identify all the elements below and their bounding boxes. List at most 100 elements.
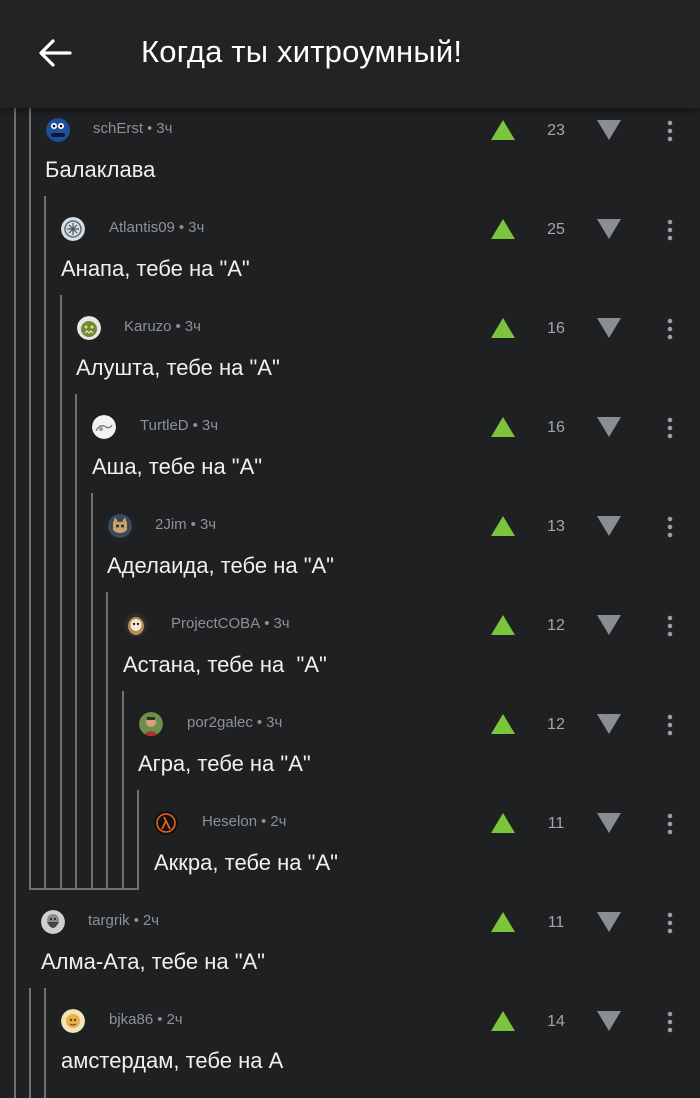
upvote-button[interactable] xyxy=(488,215,518,243)
downvote-button[interactable] xyxy=(594,710,624,738)
cat-avatar[interactable] xyxy=(108,514,132,538)
comment: Karuzo • 3ч 16 Алушта, тебе на "А" xyxy=(0,306,700,405)
comment-time: 2ч xyxy=(270,813,287,830)
comment-meta: 2Jim • 3ч xyxy=(155,516,217,533)
downvote-button[interactable] xyxy=(594,1007,624,1035)
downvote-arrow-icon xyxy=(597,813,621,833)
upvote-button[interactable] xyxy=(488,1007,518,1035)
upvote-button[interactable] xyxy=(488,908,518,936)
more-options-button[interactable] xyxy=(658,314,682,344)
downvote-arrow-icon xyxy=(597,714,621,734)
more-vertical-icon xyxy=(667,516,673,538)
more-options-button[interactable] xyxy=(658,809,682,839)
man-avatar[interactable] xyxy=(139,712,163,736)
sketch-avatar[interactable] xyxy=(92,415,116,439)
downvote-button[interactable] xyxy=(594,512,624,540)
comment-time: 3ч xyxy=(273,615,290,632)
lambda-avatar[interactable] xyxy=(154,811,178,835)
author-name[interactable]: Karuzo xyxy=(124,318,172,335)
downvote-button[interactable] xyxy=(594,413,624,441)
comment-text: Агра, тебе на "А" xyxy=(138,751,311,776)
upvote-arrow-icon xyxy=(491,813,515,833)
cookie-monster-avatar[interactable] xyxy=(46,118,70,142)
more-vertical-icon xyxy=(667,714,673,736)
more-vertical-icon xyxy=(667,219,673,241)
downvote-button[interactable] xyxy=(594,215,624,243)
upvote-button[interactable] xyxy=(488,611,518,639)
more-options-button[interactable] xyxy=(658,116,682,146)
comment-time: 3ч xyxy=(266,714,283,731)
comment-time: 3ч xyxy=(188,219,205,236)
orc-avatar[interactable] xyxy=(77,316,101,340)
comment: targrik • 2ч 11 Алма-Ата, тебе на "А" xyxy=(0,900,700,999)
emblem-avatar[interactable] xyxy=(61,217,85,241)
comment-score: 16 xyxy=(547,320,565,337)
upvote-button[interactable] xyxy=(488,710,518,738)
comment: por2galec • 3ч 12 Агра, тебе на "А" xyxy=(0,702,700,801)
upvote-arrow-icon xyxy=(491,120,515,140)
comment-text: Алушта, тебе на "А" xyxy=(76,355,280,380)
comment-thread: schErst • 3ч 23 Балаклава Atlantis09 • 3ч xyxy=(0,0,700,1098)
comment-score: 12 xyxy=(547,617,565,634)
comment-text: Аккра, тебе на "А" xyxy=(154,850,338,875)
more-options-button[interactable] xyxy=(658,1007,682,1037)
downvote-arrow-icon xyxy=(597,615,621,635)
upvote-button[interactable] xyxy=(488,809,518,837)
arrow-left-icon xyxy=(39,39,72,67)
author-name[interactable]: TurtleD xyxy=(140,417,189,434)
upvote-button[interactable] xyxy=(488,512,518,540)
comment-meta: por2galec • 3ч xyxy=(187,714,283,731)
downvote-arrow-icon xyxy=(597,1011,621,1031)
author-name[interactable]: bjka86 xyxy=(109,1011,153,1028)
comment-score: 25 xyxy=(547,221,565,238)
author-name[interactable]: Atlantis09 xyxy=(109,219,175,236)
author-name[interactable]: ProjectCOBA xyxy=(171,615,260,632)
more-vertical-icon xyxy=(667,813,673,835)
author-name[interactable]: Heselon xyxy=(202,813,257,830)
upvote-arrow-icon xyxy=(491,219,515,239)
comment-text: Анапа, тебе на "А" xyxy=(61,256,250,281)
more-options-button[interactable] xyxy=(658,710,682,740)
author-name[interactable]: por2galec xyxy=(187,714,253,731)
downvote-button[interactable] xyxy=(594,116,624,144)
comment: 2Jim • 3ч 13 Аделаида, тебе на "А" xyxy=(0,504,700,603)
downvote-button[interactable] xyxy=(594,809,624,837)
upvote-button[interactable] xyxy=(488,314,518,342)
more-vertical-icon xyxy=(667,120,673,142)
comment-score: 16 xyxy=(547,419,565,436)
downvote-button[interactable] xyxy=(594,908,624,936)
more-options-button[interactable] xyxy=(658,908,682,938)
author-name[interactable]: schErst xyxy=(93,120,143,137)
bearded-man-avatar[interactable] xyxy=(41,910,65,934)
downvote-arrow-icon xyxy=(597,417,621,437)
downvote-arrow-icon xyxy=(597,912,621,932)
owl-avatar[interactable] xyxy=(124,613,148,637)
downvote-button[interactable] xyxy=(594,314,624,342)
comment-meta: targrik • 2ч xyxy=(88,912,160,929)
cartoon-avatar[interactable] xyxy=(61,1009,85,1033)
upvote-button[interactable] xyxy=(488,116,518,144)
back-button[interactable] xyxy=(32,30,78,76)
more-options-button[interactable] xyxy=(658,611,682,641)
author-name[interactable]: 2Jim xyxy=(155,516,187,533)
comment-time: 3ч xyxy=(199,516,217,533)
comment-meta: Heselon • 2ч xyxy=(202,813,287,830)
app-header: Когда ты хитроумный! xyxy=(0,0,700,108)
more-options-button[interactable] xyxy=(658,215,682,245)
author-name[interactable]: targrik xyxy=(88,912,130,929)
downvote-button[interactable] xyxy=(594,611,624,639)
comment-time: 2ч xyxy=(142,912,160,929)
comment-meta: ProjectCOBA • 3ч xyxy=(171,615,290,632)
comment-meta: schErst • 3ч xyxy=(93,120,173,137)
more-options-button[interactable] xyxy=(658,413,682,443)
comment-score: 11 xyxy=(547,815,565,832)
comment: Heselon • 2ч 11 Аккра, тебе на "А" xyxy=(0,801,700,900)
comment-text: Аша, тебе на "А" xyxy=(92,454,263,479)
comment: bjka86 • 2ч 14 амстердам, тебе на А xyxy=(0,999,700,1098)
upvote-button[interactable] xyxy=(488,413,518,441)
downvote-arrow-icon xyxy=(597,219,621,239)
upvote-arrow-icon xyxy=(491,714,515,734)
more-options-button[interactable] xyxy=(658,512,682,542)
more-vertical-icon xyxy=(667,318,673,340)
comment-time: 2ч xyxy=(166,1011,183,1028)
